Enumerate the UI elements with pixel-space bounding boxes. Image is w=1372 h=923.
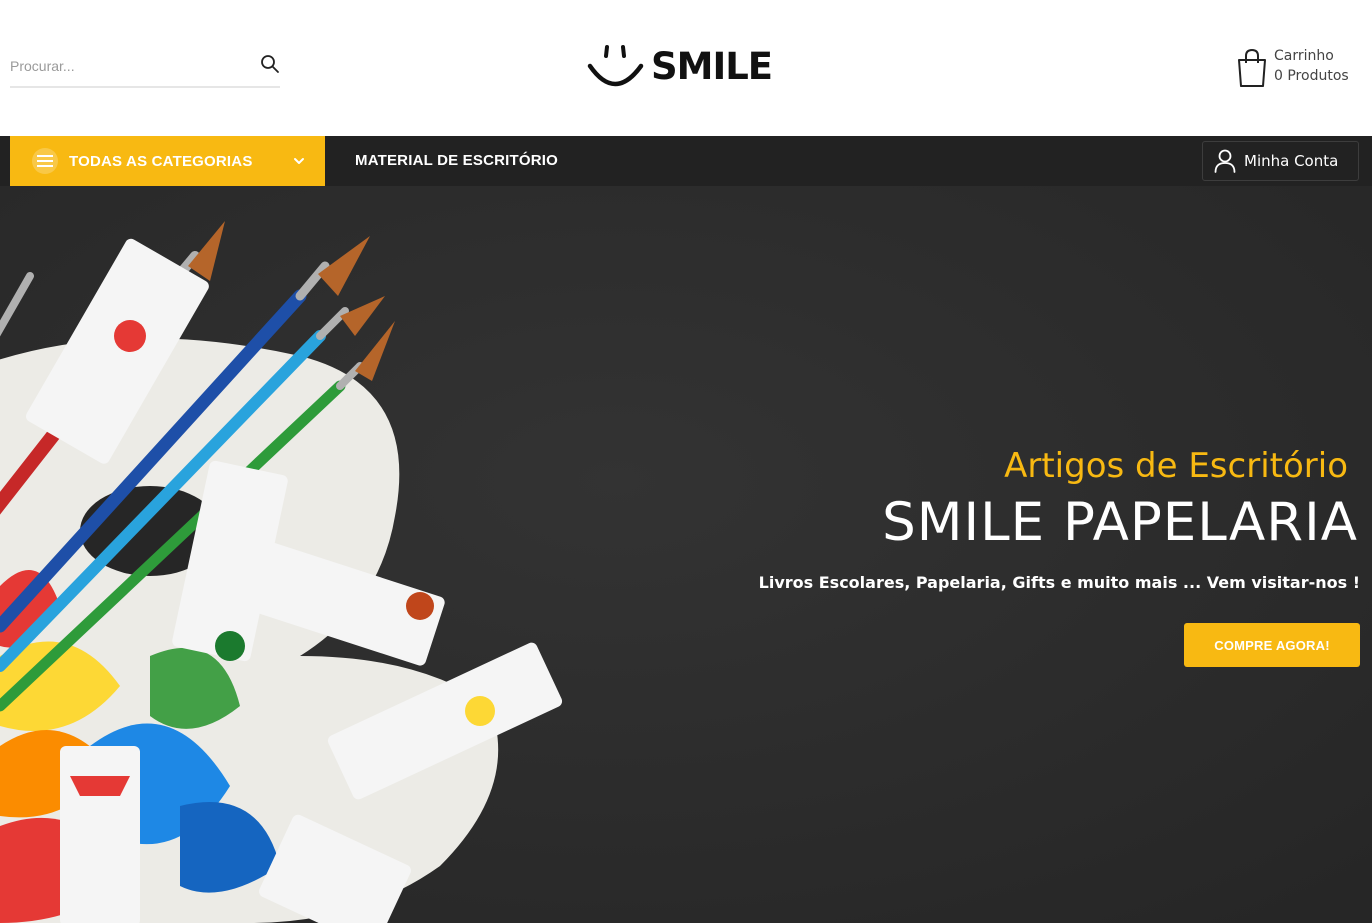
cart-label: Carrinho	[1274, 48, 1334, 64]
cart-summary: Carrinho 0 Produtos	[1274, 46, 1349, 90]
nav-link-office-supplies[interactable]: MATERIAL DE ESCRITÓRIO	[355, 136, 558, 186]
my-account-label: Minha Conta	[1244, 152, 1339, 170]
menu-icon	[32, 148, 58, 174]
shopping-bag-icon	[1238, 48, 1266, 87]
hero-subtitle: Artigos de Escritório	[1004, 446, 1348, 486]
cart-count: 0 Produtos	[1274, 68, 1349, 84]
site-logo[interactable]: SMILE	[585, 38, 790, 94]
hero-title: SMILE PAPELARIA	[882, 492, 1358, 553]
user-icon	[1214, 149, 1236, 173]
main-navbar: TODAS AS CATEGORIAS MATERIAL DE ESCRITÓR…	[0, 136, 1372, 186]
shop-now-button[interactable]: COMPRE AGORA!	[1184, 623, 1360, 667]
all-categories-label: TODAS AS CATEGORIAS	[69, 152, 253, 170]
search-input[interactable]	[10, 54, 250, 78]
hero-banner: Artigos de Escritório SMILE PAPELARIA Li…	[0, 186, 1372, 923]
search-icon[interactable]	[260, 54, 280, 74]
art-supplies-palette-image	[0, 186, 1372, 923]
my-account-button[interactable]: Minha Conta	[1202, 141, 1359, 181]
hero-tagline: Livros Escolares, Papelaria, Gifts e mui…	[758, 573, 1360, 592]
chevron-down-icon	[294, 158, 304, 164]
logo-text: SMILE	[651, 44, 773, 88]
site-header: SMILE Carrinho 0 Produtos	[0, 0, 1372, 136]
smile-logo-icon	[587, 45, 644, 87]
search-bar	[10, 46, 280, 88]
cart-button[interactable]: Carrinho 0 Produtos	[1236, 46, 1366, 90]
all-categories-button[interactable]: TODAS AS CATEGORIAS	[10, 136, 325, 186]
